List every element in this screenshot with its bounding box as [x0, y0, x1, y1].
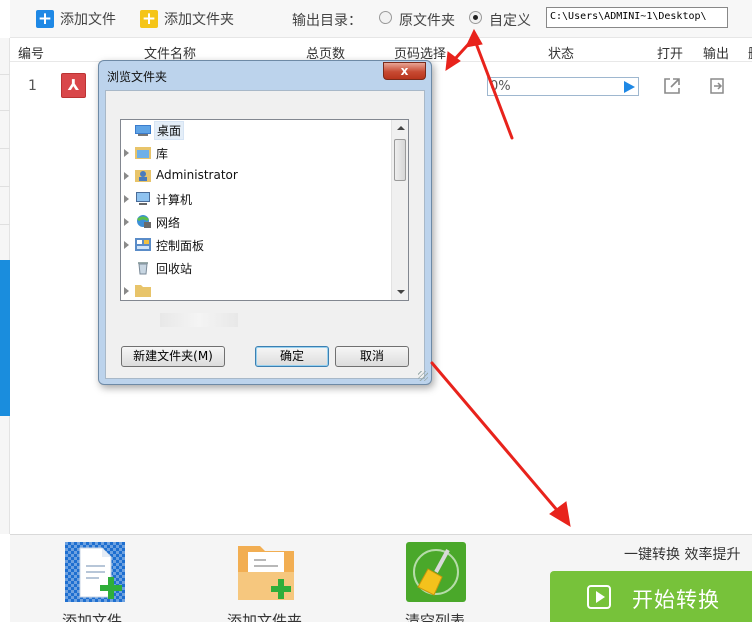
start-convert-button[interactable]: 开始转换 [550, 571, 752, 622]
pdf-icon: ⅄ [61, 73, 86, 98]
tree-item-label: 控制面板 [156, 239, 205, 253]
tree-item-label: 回收站 [156, 262, 193, 276]
expand-arrow-icon[interactable] [124, 218, 129, 226]
scroll-down-icon[interactable] [392, 283, 408, 300]
left-strip-divider [0, 110, 10, 111]
desktop-icon [135, 125, 151, 136]
radio-custom-label: 自定义 [489, 13, 531, 29]
blurred-folder-name [160, 313, 238, 327]
user-folder-icon [135, 170, 151, 182]
folder-plus-icon: + [140, 8, 158, 29]
red-arrow [430, 361, 564, 518]
progress-bar: 0% [487, 77, 639, 96]
radio-original-folder[interactable] [379, 11, 392, 24]
column-header-delete: 删 [748, 43, 752, 62]
add-file-big-icon[interactable] [65, 542, 125, 602]
output-dir-label: 输出目录： [292, 13, 362, 29]
play-icon[interactable] [624, 81, 635, 93]
column-header-status: 状态 [548, 47, 575, 62]
tree-item-label: Administrator [156, 168, 238, 182]
column-header-open: 打开 [657, 47, 684, 62]
scroll-up-icon[interactable] [392, 120, 408, 137]
add-folder-label: 添加文件夹 [164, 12, 234, 28]
export-icon[interactable] [708, 77, 726, 95]
scroll-thumb[interactable] [394, 139, 406, 181]
radio-original-label: 原文件夹 [399, 13, 455, 29]
left-strip [0, 38, 10, 534]
add-folder-big-label[interactable]: 添加文件夹 [227, 610, 302, 622]
left-strip-divider [0, 224, 10, 225]
left-strip-divider [0, 148, 10, 149]
tree-item-label: 计算机 [156, 193, 193, 207]
row-number: 1 [28, 78, 37, 94]
recycle-bin-icon [138, 262, 148, 275]
left-strip-divider [0, 186, 10, 187]
output-path-input[interactable]: C:\Users\ADMINI~1\Desktop\ [546, 7, 728, 28]
new-folder-button[interactable]: 新建文件夹(M) [121, 346, 225, 367]
control-panel-icon [135, 238, 151, 251]
column-header-output: 输出 [703, 47, 730, 62]
slogan-text: 一键转换 效率提升 [624, 547, 741, 563]
plus-icon: + [36, 8, 54, 29]
library-icon [135, 147, 151, 159]
ok-button[interactable]: 确定 [255, 346, 329, 367]
tree-item-label: 桌面 [154, 121, 185, 140]
left-strip-active-tab[interactable] [0, 260, 10, 416]
expand-arrow-icon[interactable] [124, 241, 129, 249]
tree-item-label: 网络 [156, 216, 181, 230]
add-folder-big-icon[interactable] [236, 542, 296, 602]
expand-arrow-icon[interactable] [124, 287, 129, 295]
add-folder-button[interactable]: + 添加文件夹 [140, 8, 234, 30]
computer-icon [136, 192, 150, 205]
add-file-big-label[interactable]: 添加文件 [62, 610, 122, 622]
cancel-button[interactable]: 取消 [335, 346, 409, 367]
open-external-icon[interactable] [662, 76, 682, 96]
toolbar: + 添加文件 + 添加文件夹 输出目录： 原文件夹 自定义 C:\Users\A… [10, 0, 752, 38]
table-header: 编号 文件名称 总页数 页码选择 状态 打开 输出 删 [10, 38, 752, 62]
radio-custom[interactable] [469, 11, 482, 24]
network-icon [137, 215, 151, 228]
add-file-label: 添加文件 [60, 12, 116, 28]
clear-list-label[interactable]: 清空列表 [405, 610, 465, 622]
browse-folder-dialog: 浏览文件夹 x 桌面 库 Administrator 计算机 网络 控制面板 回… [98, 60, 432, 385]
expand-arrow-icon[interactable] [124, 195, 129, 203]
left-strip-divider [0, 74, 10, 75]
tree-item-label: 库 [156, 147, 169, 161]
red-arrowhead [549, 501, 571, 527]
add-file-button[interactable]: + 添加文件 [36, 8, 116, 30]
expand-arrow-icon[interactable] [124, 149, 129, 157]
broom-icon[interactable] [406, 542, 466, 602]
folder-icon [135, 285, 151, 297]
folder-tree[interactable]: 桌面 库 Administrator 计算机 网络 控制面板 回收站 [120, 119, 409, 301]
tree-scrollbar[interactable] [391, 120, 408, 300]
start-convert-label: 开始转换 [632, 588, 720, 612]
column-header-number: 编号 [18, 47, 45, 62]
close-button[interactable]: x [383, 62, 426, 80]
resize-grip[interactable] [418, 371, 428, 381]
expand-arrow-icon[interactable] [124, 172, 129, 180]
dialog-title: 浏览文件夹 [107, 70, 168, 84]
play-icon [587, 585, 611, 609]
progress-text: 0% [490, 79, 511, 94]
